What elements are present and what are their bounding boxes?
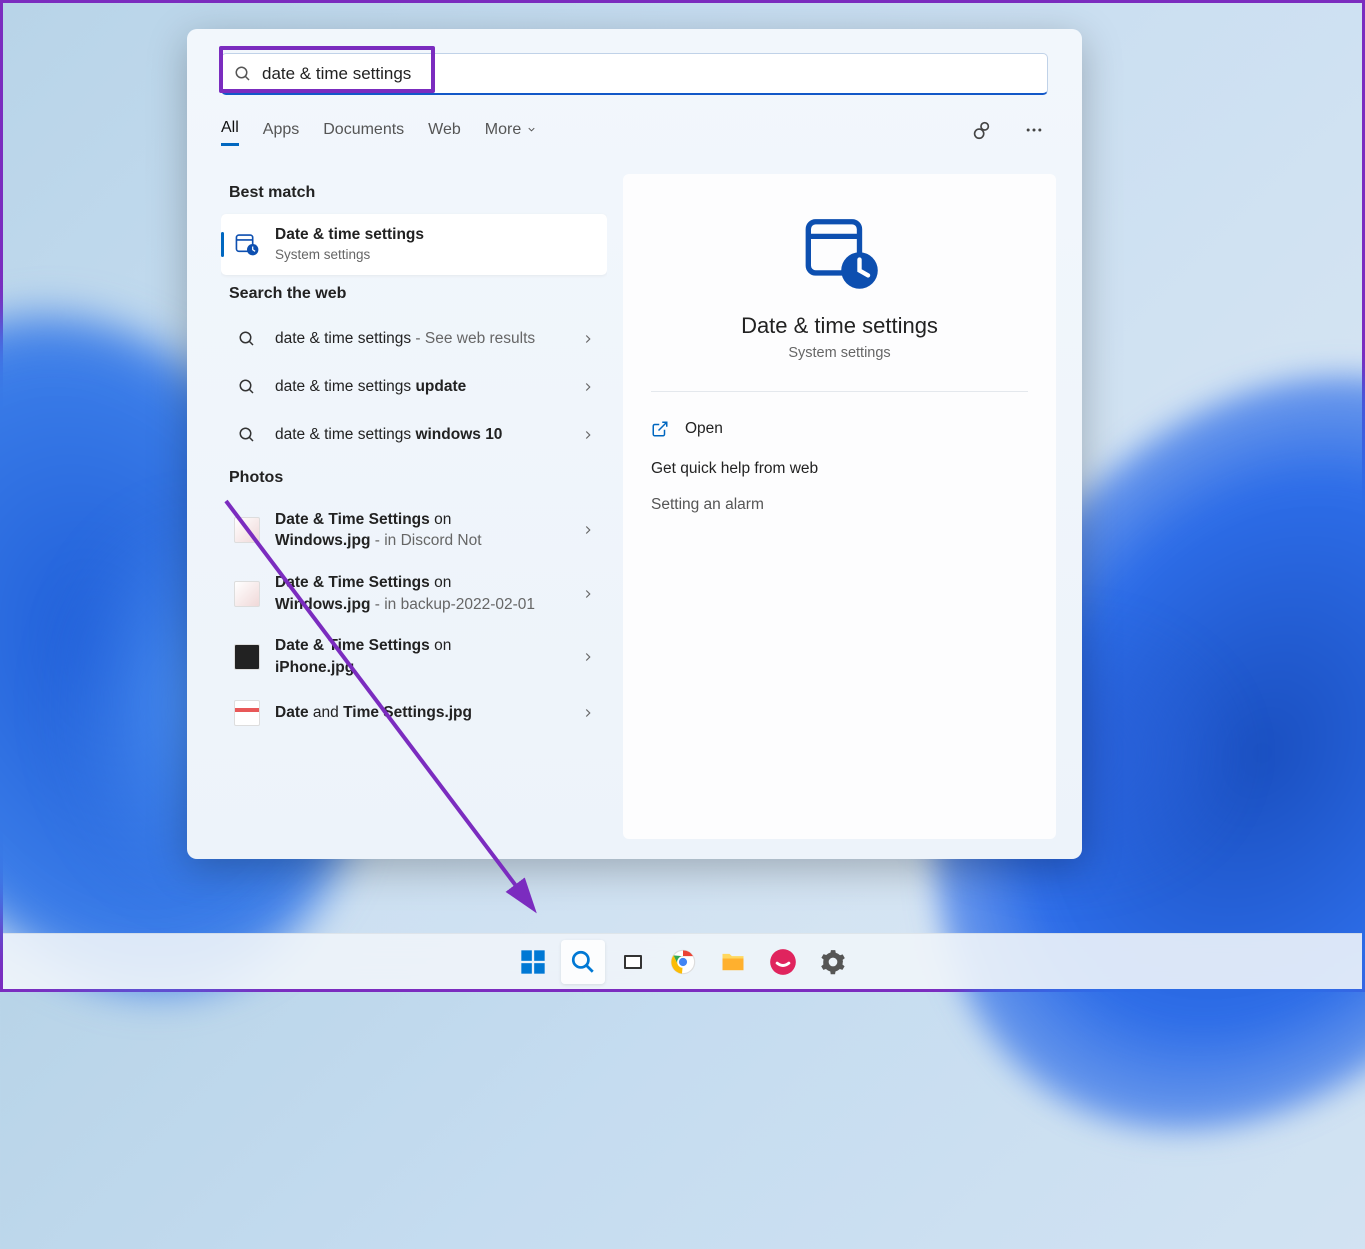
photo-result-1[interactable]: Date & Time Settings on Windows.jpg - in… bbox=[221, 499, 607, 562]
taskbar-settings[interactable] bbox=[811, 940, 855, 984]
chevron-right-icon bbox=[581, 332, 595, 346]
web-result-1[interactable]: date & time settings - See web results bbox=[221, 315, 607, 363]
open-action[interactable]: Open bbox=[651, 410, 1028, 448]
image-thumbnail-icon bbox=[233, 516, 261, 544]
open-icon bbox=[651, 420, 669, 438]
image-thumbnail-icon bbox=[233, 699, 261, 727]
search-icon bbox=[233, 373, 261, 401]
filter-tabs: All Apps Documents Web More bbox=[187, 95, 1082, 150]
search-icon bbox=[234, 65, 252, 83]
taskbar-chrome[interactable] bbox=[661, 940, 705, 984]
date-time-icon bbox=[233, 230, 261, 258]
taskbar-search-button[interactable] bbox=[561, 940, 605, 984]
chevron-right-icon bbox=[581, 587, 595, 601]
search-icon bbox=[233, 325, 261, 353]
photo-result-2[interactable]: Date & Time Settings on Windows.jpg - in… bbox=[221, 562, 607, 625]
windows-search-panel: All Apps Documents Web More Best match D… bbox=[187, 29, 1082, 859]
tab-web[interactable]: Web bbox=[428, 121, 461, 145]
taskbar-app-red[interactable] bbox=[761, 940, 805, 984]
chevron-down-icon bbox=[526, 124, 537, 135]
search-box[interactable] bbox=[221, 53, 1048, 95]
chevron-right-icon bbox=[581, 650, 595, 664]
best-match-title: Date & time settings bbox=[275, 226, 424, 243]
detail-title: Date & time settings bbox=[741, 313, 938, 339]
quick-help-header: Get quick help from web bbox=[651, 448, 1028, 484]
image-thumbnail-icon bbox=[233, 643, 261, 671]
tab-more[interactable]: More bbox=[485, 121, 537, 145]
detail-date-time-icon bbox=[801, 212, 879, 295]
tab-apps[interactable]: Apps bbox=[263, 121, 299, 145]
help-link-alarm[interactable]: Setting an alarm bbox=[651, 484, 1028, 526]
result-best-match[interactable]: Date & time settings System settings bbox=[221, 214, 607, 275]
tab-settings-icon[interactable] bbox=[966, 115, 996, 150]
section-search-web: Search the web bbox=[229, 285, 607, 303]
chevron-right-icon bbox=[581, 428, 595, 442]
search-icon bbox=[233, 421, 261, 449]
web-result-2[interactable]: date & time settings update bbox=[221, 363, 607, 411]
photo-result-4[interactable]: Date and Time Settings.jpg bbox=[221, 689, 607, 737]
search-input[interactable] bbox=[252, 64, 1035, 84]
chevron-right-icon bbox=[581, 380, 595, 394]
section-photos: Photos bbox=[229, 469, 607, 487]
start-button[interactable] bbox=[511, 940, 555, 984]
chevron-right-icon bbox=[581, 523, 595, 537]
image-thumbnail-icon bbox=[233, 580, 261, 608]
results-list: Best match Date & time settings System s… bbox=[221, 174, 607, 839]
best-match-sub: System settings bbox=[275, 246, 595, 265]
tab-documents[interactable]: Documents bbox=[323, 121, 404, 145]
photo-result-3[interactable]: Date & Time Settings on iPhone.jpg bbox=[221, 625, 607, 688]
chevron-right-icon bbox=[581, 706, 595, 720]
taskbar-file-explorer[interactable] bbox=[711, 940, 755, 984]
section-best-match: Best match bbox=[229, 184, 607, 202]
tab-all[interactable]: All bbox=[221, 119, 239, 146]
web-result-3[interactable]: date & time settings windows 10 bbox=[221, 411, 607, 459]
detail-subtitle: System settings bbox=[788, 345, 890, 361]
taskbar-task-view[interactable] bbox=[611, 940, 655, 984]
taskbar bbox=[3, 933, 1362, 989]
detail-panel: Date & time settings System settings Ope… bbox=[623, 174, 1056, 839]
more-options-icon[interactable] bbox=[1020, 116, 1048, 149]
